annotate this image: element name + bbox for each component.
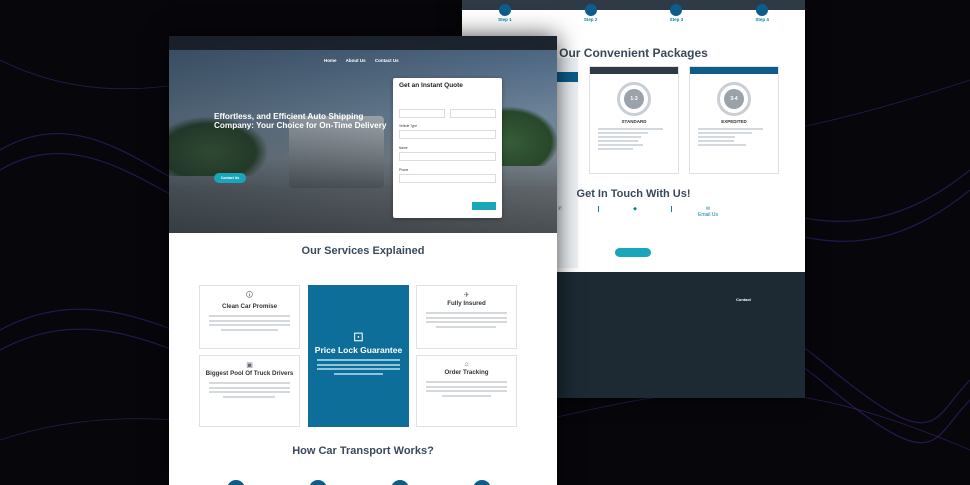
step-item: Step 4 [719, 4, 805, 38]
services-title: Our Services Explained [301, 245, 425, 257]
how-it-works-title: How Car Transport Works? [292, 445, 434, 457]
service-card-clean-car: 🛈 Clean Car Promise [199, 285, 300, 349]
diamond-icon: ◆ [633, 206, 637, 212]
delivery-days-value: 1-3 [624, 89, 644, 109]
package-tag [590, 67, 678, 74]
truck-icon: ▣ [246, 362, 253, 369]
delivery-days-value: 3-4 [724, 89, 744, 109]
step-item: Step 2 [548, 4, 634, 38]
step-circle-icon [391, 480, 409, 485]
contact-item-title: Email Us [697, 212, 718, 218]
transport-from-input[interactable] [399, 109, 445, 118]
price-lock-icon: ⊡ [353, 329, 364, 344]
contact-item-hours: ◆ [598, 206, 672, 212]
step-item: Step 3 [634, 4, 720, 38]
home-page-screenshot: Home About Us Contact Us Effortless, and… [169, 36, 557, 485]
step-label: Step 2 [583, 17, 598, 22]
field-label: Phone [399, 168, 409, 172]
package-card-standard: 1-3 STANDARD [589, 66, 679, 174]
footer-col-contact: Contact [736, 296, 751, 303]
service-description [200, 377, 299, 398]
car-icon: 🛈 [245, 292, 254, 299]
service-name: Order Tracking [444, 369, 489, 376]
get-quote-button[interactable] [472, 202, 496, 210]
nav-about[interactable]: About Us [346, 58, 366, 63]
hero-section: Home About Us Contact Us Effortless, and… [169, 36, 557, 233]
step-circle-icon [498, 4, 511, 16]
field-label: Vehicle Type [399, 124, 418, 128]
service-name: Price Lock Guarantee [314, 345, 403, 355]
tracking-icon: ⌂ [464, 361, 469, 368]
step-item: Step 1 [462, 4, 548, 38]
service-description [200, 310, 299, 331]
nav-home[interactable]: Home [324, 58, 337, 63]
step-circle-icon [670, 4, 683, 16]
nav-contact[interactable]: Contact Us [375, 58, 399, 63]
plane-icon: ✈ [463, 292, 470, 299]
vehicle-type-select[interactable] [399, 130, 496, 139]
hero-contact-button[interactable]: Contact Us [214, 173, 246, 183]
name-input[interactable] [399, 152, 496, 161]
instant-quote-form: Get an Instant Quote Vehicle Type Name P… [393, 78, 502, 218]
package-features [690, 124, 778, 150]
service-description [417, 307, 516, 328]
package-card-expedited: 3-4 EXPEDITED [689, 66, 779, 174]
contact-us-button[interactable] [615, 248, 651, 257]
transport-to-input[interactable] [450, 109, 496, 118]
service-name: Biggest Pool Of Truck Drivers [205, 370, 294, 377]
info-bar [169, 36, 557, 50]
contact-item-email: ✉ Email Us [672, 206, 744, 218]
top-bar [462, 0, 805, 10]
steps-row: Step 1 Step 2 Step 3 Step 4 [462, 4, 805, 38]
hero-headline: Effortless, and Efficient Auto Shipping … [214, 112, 387, 131]
phone-input[interactable] [399, 174, 496, 183]
service-name: Fully Insured [447, 300, 486, 307]
step-circle-icon [756, 4, 769, 16]
package-tag [690, 67, 778, 74]
service-card-price-lock: ⊡ Price Lock Guarantee [308, 285, 409, 427]
service-card-order-tracking: ⌂ Order Tracking [416, 355, 517, 427]
main-nav: Home About Us Contact Us [324, 58, 407, 63]
package-features [590, 124, 678, 154]
footer-heading: Contact [736, 297, 751, 302]
delivery-days-ring: 1-3 [617, 82, 651, 116]
delivery-days-ring: 3-4 [717, 82, 751, 116]
service-name: Clean Car Promise [221, 303, 278, 310]
service-card-truck-drivers: ▣ Biggest Pool Of Truck Drivers [199, 355, 300, 427]
field-label: Name [399, 146, 408, 150]
step-label: Step 1 [498, 17, 512, 22]
step-circle-icon [584, 4, 597, 16]
service-description [417, 376, 516, 397]
service-description [308, 354, 409, 375]
quote-title: Get an Instant Quote [399, 82, 463, 89]
step-label: Step 4 [755, 17, 769, 22]
step-label: Step 3 [669, 17, 684, 22]
step-circle-icon [309, 480, 327, 485]
step-circle-icon [227, 480, 245, 485]
step-circle-icon [473, 480, 491, 485]
service-card-fully-insured: ✈ Fully Insured [416, 285, 517, 349]
